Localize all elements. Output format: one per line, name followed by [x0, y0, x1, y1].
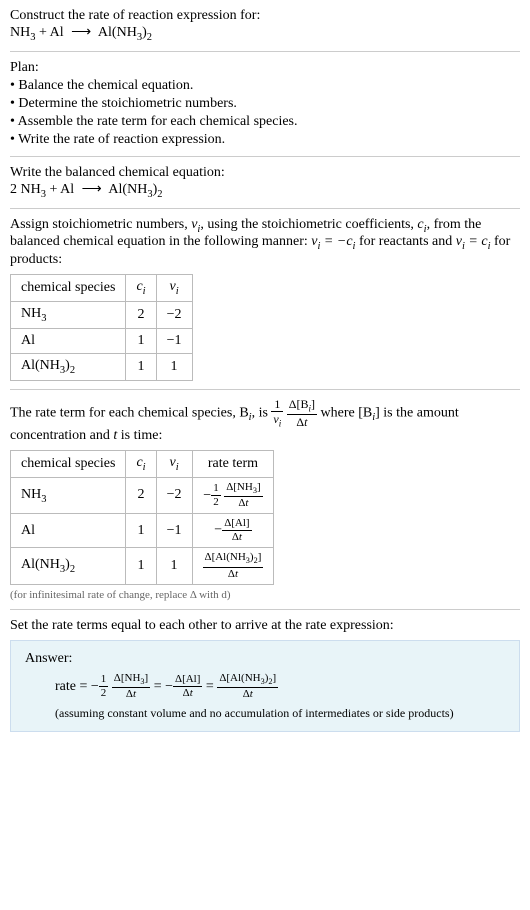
balanced-heading: Write the balanced chemical equation: [10, 165, 520, 181]
cell-c: 2 [126, 301, 156, 328]
cell-species: Al(NH3)2 [11, 548, 126, 584]
final-heading: Set the rate terms equal to each other t… [10, 618, 520, 634]
stoich-section: Assign stoichiometric numbers, νi, using… [10, 217, 520, 381]
bal-rhs: Al(NH3)2 [106, 182, 163, 197]
cell-c: 1 [126, 548, 156, 584]
rateterm-table: chemical species ci νi rate term NH3 2 −… [10, 450, 274, 585]
divider [10, 156, 520, 157]
cell-nu: −2 [156, 301, 192, 328]
divider [10, 609, 520, 610]
cell-c: 1 [126, 353, 156, 380]
table-row: Al(NH3)2 1 1 [11, 353, 193, 380]
table-row: NH3 2 −2 [11, 301, 193, 328]
cell-nu: −1 [156, 514, 192, 548]
cell-c: 1 [126, 328, 156, 353]
stoich-t1: Assign stoichiometric numbers, [10, 217, 191, 232]
frac-dBi-dt: Δ[Bi]Δt [287, 398, 317, 428]
table-header-row: chemical species ci νi rate term [11, 450, 274, 477]
plan-item-3: • Write the rate of reaction expression. [10, 132, 520, 148]
answer-label: Answer: [25, 651, 505, 667]
cell-c: 2 [126, 477, 156, 513]
plan-item-0: • Balance the chemical equation. [10, 78, 520, 94]
table-row: NH3 2 −2 −12 Δ[NH3]Δt [11, 477, 274, 513]
frac-1-nu: 1νi [271, 398, 283, 428]
divider [10, 51, 520, 52]
c-sym: ci [417, 217, 426, 232]
eq-plus: + Al [35, 25, 67, 40]
cell-nu: −1 [156, 328, 192, 353]
stoich-table: chemical species ci νi NH3 2 −2 Al 1 −1 … [10, 274, 193, 380]
th-species: chemical species [11, 275, 126, 302]
answer-assumption: (assuming constant volume and no accumul… [25, 706, 505, 721]
intro-section: Construct the rate of reaction expressio… [10, 8, 520, 43]
eq-rhs: Al(NH3)2 [95, 25, 152, 40]
th-nui: νi [156, 450, 192, 477]
rt-t2: , is [252, 405, 272, 420]
stoich-text: Assign stoichiometric numbers, νi, using… [10, 217, 520, 269]
rt-t5: is time: [117, 428, 162, 443]
rt-t1: The rate term for each chemical species,… [10, 405, 249, 420]
nu-sym: νi [191, 217, 200, 232]
cell-nu: −2 [156, 477, 192, 513]
cell-species: NH3 [11, 477, 126, 513]
intro-equation: NH3 + Al ⟶ Al(NH3)2 [10, 24, 520, 43]
cell-rate: −Δ[Al]Δt [192, 514, 274, 548]
stoich-t2: , using the stoichiometric coefficients, [200, 217, 417, 232]
bal-mid: + Al [46, 182, 78, 197]
rate-prefix: rate = [55, 679, 91, 694]
arrow-icon: ⟶ [71, 24, 91, 41]
th-species: chemical species [11, 450, 126, 477]
balanced-section: Write the balanced chemical equation: 2 … [10, 165, 520, 200]
answer-box: Answer: rate = −12 Δ[NH3]Δt = −Δ[Al]Δt =… [10, 640, 520, 732]
divider [10, 208, 520, 209]
cell-nu: 1 [156, 353, 192, 380]
rel2: νi = ci [456, 234, 491, 249]
th-nui: νi [156, 275, 192, 302]
intro-prompt: Construct the rate of reaction expressio… [10, 8, 520, 24]
final-section: Set the rate terms equal to each other t… [10, 618, 520, 732]
plan-item-1: • Determine the stoichiometric numbers. [10, 96, 520, 112]
th-ci: ci [126, 275, 156, 302]
th-ci: ci [126, 450, 156, 477]
rel1: νi = −ci [311, 234, 355, 249]
eq-nh3: NH3 [10, 25, 35, 40]
cell-c: 1 [126, 514, 156, 548]
table-row: Al 1 −1 −Δ[Al]Δt [11, 514, 274, 548]
bal-lhs: 2 NH3 [10, 182, 46, 197]
cell-rate: Δ[Al(NH3)2]Δt [192, 548, 274, 584]
cell-rate: −12 Δ[NH3]Δt [192, 477, 274, 513]
cell-species: Al(NH3)2 [11, 353, 126, 380]
plan-section: Plan: • Balance the chemical equation. •… [10, 60, 520, 148]
rate-expression: rate = −12 Δ[NH3]Δt = −Δ[Al]Δt = Δ[Al(NH… [25, 673, 505, 700]
arrow-icon: ⟶ [82, 181, 102, 198]
table-row: Al(NH3)2 1 1 Δ[Al(NH3)2]Δt [11, 548, 274, 584]
cell-species: Al [11, 328, 126, 353]
plan-item-2: • Assemble the rate term for each chemic… [10, 114, 520, 130]
stoich-t4: for reactants and [355, 234, 455, 249]
th-rate: rate term [192, 450, 274, 477]
table-header-row: chemical species ci νi [11, 275, 193, 302]
table-row: Al 1 −1 [11, 328, 193, 353]
rateterm-text: The rate term for each chemical species,… [10, 398, 520, 444]
rateterm-note: (for infinitesimal rate of change, repla… [10, 589, 520, 601]
balanced-equation: 2 NH3 + Al ⟶ Al(NH3)2 [10, 181, 520, 200]
divider [10, 389, 520, 390]
rateterm-section: The rate term for each chemical species,… [10, 398, 520, 601]
plan-heading: Plan: [10, 60, 520, 76]
cell-species: Al [11, 514, 126, 548]
cell-species: NH3 [11, 301, 126, 328]
rt-t3: where [B [321, 405, 373, 420]
cell-nu: 1 [156, 548, 192, 584]
